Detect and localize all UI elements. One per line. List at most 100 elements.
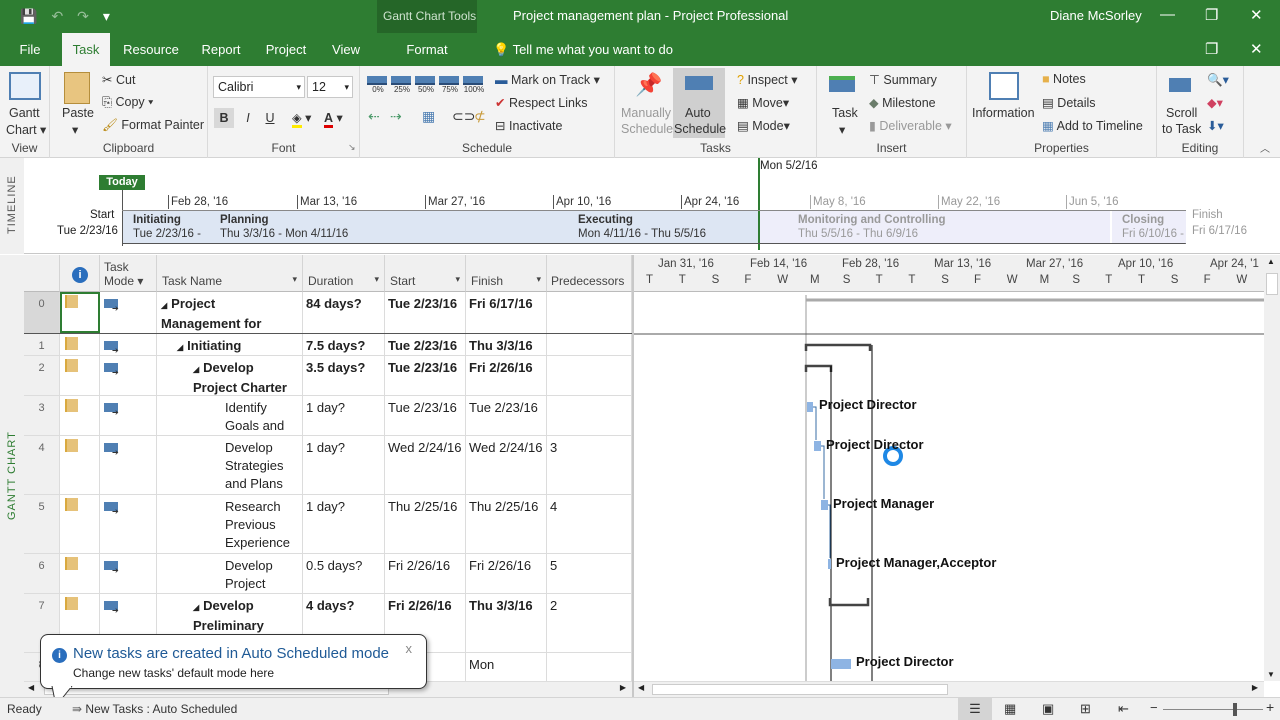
- table-row[interactable]: 0 ◢Project Management for84 days?Tue 2/23…: [24, 292, 632, 334]
- task-name-cell[interactable]: ◢ Project Management for: [157, 292, 303, 333]
- filter-icon[interactable]: ▾: [536, 274, 541, 285]
- duration-cell[interactable]: 84 days?: [303, 292, 385, 333]
- tab-view[interactable]: View: [326, 33, 366, 66]
- task-name-cell[interactable]: Identify Goals and: [157, 396, 303, 435]
- close-icon[interactable]: ✕: [1250, 6, 1263, 24]
- filter-icon[interactable]: ▾: [374, 274, 379, 285]
- percent-complete-1-button[interactable]: 25%: [391, 76, 413, 94]
- callout-subtitle[interactable]: Change new tasks' default mode here: [73, 666, 274, 680]
- font-size-select[interactable]: 12 ▾: [307, 76, 353, 98]
- minimize-icon[interactable]: —: [1160, 6, 1175, 23]
- indicator-cell[interactable]: [60, 436, 100, 494]
- row-id[interactable]: 1: [24, 334, 60, 355]
- zoom-in-icon[interactable]: +: [1266, 699, 1274, 715]
- predecessors-cell[interactable]: 5: [547, 554, 632, 593]
- indicator-cell[interactable]: [60, 292, 100, 333]
- column-header-finish[interactable]: Finish ▾: [466, 255, 547, 292]
- timeline-phase-initiating[interactable]: Initiating Tue 2/23/16 -: [123, 211, 210, 243]
- start-cell[interactable]: Tue 2/23/16: [385, 356, 466, 395]
- copy-button[interactable]: ⎘ Copy ▾: [102, 95, 153, 110]
- add-to-timeline-button[interactable]: ▦ Add to Timeline: [1042, 118, 1143, 133]
- finish-cell[interactable]: Tue 2/23/16: [466, 396, 547, 435]
- paste-dropdown-icon[interactable]: ▾: [72, 122, 78, 137]
- close-doc-icon[interactable]: ✕: [1250, 40, 1263, 58]
- task-name-cell[interactable]: ◢ Initiating: [157, 334, 303, 355]
- scroll-right-icon[interactable]: ▶: [620, 683, 626, 692]
- tab-task[interactable]: Task: [62, 33, 110, 66]
- indicators-header[interactable]: i: [60, 255, 100, 292]
- user-name[interactable]: Diane McSorley: [1050, 8, 1142, 23]
- duration-cell[interactable]: 7.5 days?: [303, 334, 385, 355]
- vertical-scroll-thumb[interactable]: [1266, 273, 1278, 295]
- duration-cell[interactable]: 0.5 days?: [303, 554, 385, 593]
- gantt-view-icon[interactable]: ☰: [958, 698, 992, 720]
- scroll-down-icon[interactable]: ▼: [1267, 670, 1275, 679]
- restore-doc-icon[interactable]: ❐: [1205, 40, 1218, 58]
- collapse-icon[interactable]: ◢: [161, 301, 167, 310]
- row-id[interactable]: 0: [24, 292, 60, 333]
- indicator-cell[interactable]: [60, 554, 100, 593]
- percent-complete-3-button[interactable]: 75%: [439, 76, 461, 94]
- tab-project[interactable]: Project: [260, 33, 312, 66]
- start-cell[interactable]: Thu 2/25/16: [385, 495, 466, 553]
- start-cell[interactable]: Tue 2/23/16: [385, 396, 466, 435]
- zoom-slider-track[interactable]: [1163, 709, 1263, 710]
- finish-cell[interactable]: Fri 2/26/16: [466, 356, 547, 395]
- tab-file[interactable]: File: [10, 33, 50, 66]
- predecessors-cell[interactable]: 4: [547, 495, 632, 553]
- filter-icon[interactable]: ▾: [455, 274, 460, 285]
- underline-button[interactable]: U: [260, 108, 280, 128]
- details-button[interactable]: ▤ Details: [1042, 95, 1096, 110]
- font-family-select[interactable]: Calibri ▾: [213, 76, 305, 98]
- timeline-phase-closing[interactable]: Closing Fri 6/10/16 -: [1112, 211, 1186, 243]
- auto-schedule-button[interactable]: Auto Schedule: [673, 68, 726, 138]
- format-painter-button[interactable]: 🖌 Format Painter: [102, 118, 204, 133]
- predecessors-cell[interactable]: 3: [547, 436, 632, 494]
- select-all-corner[interactable]: [24, 255, 60, 292]
- find-icon[interactable]: 🔍▾: [1207, 72, 1229, 88]
- task-usage-icon[interactable]: ▦: [1004, 701, 1016, 717]
- finish-cell[interactable]: Fri 6/17/16: [466, 292, 547, 333]
- indent-icon[interactable]: ⇢: [390, 108, 402, 125]
- predecessors-cell[interactable]: [547, 396, 632, 435]
- redo-icon[interactable]: ↷: [77, 8, 89, 25]
- vertical-scrollbar[interactable]: ▲ ▼: [1264, 255, 1280, 681]
- start-cell[interactable]: Tue 2/23/16: [385, 292, 466, 333]
- start-cell[interactable]: Fri 2/26/16: [385, 554, 466, 593]
- predecessors-cell[interactable]: 2: [547, 594, 632, 652]
- task-mode-cell[interactable]: [100, 292, 157, 333]
- tab-resource[interactable]: Resource: [120, 33, 182, 66]
- task-mode-cell[interactable]: [100, 436, 157, 494]
- scroll-right-icon[interactable]: ▶: [1252, 683, 1258, 692]
- predecessors-cell[interactable]: [547, 292, 632, 333]
- row-id[interactable]: 3: [24, 396, 60, 435]
- table-row[interactable]: 4Develop Strategies and Plans1 day?Wed 2…: [24, 436, 632, 495]
- collapse-ribbon-icon[interactable]: ︿: [1260, 140, 1270, 155]
- report-icon[interactable]: ⇤: [1118, 701, 1129, 717]
- summary-button[interactable]: ⊤ Summary: [869, 72, 937, 87]
- percent-complete-4-button[interactable]: 100%: [463, 76, 485, 94]
- new-tasks-mode-button[interactable]: ⇛ New Tasks : Auto Scheduled: [72, 702, 237, 716]
- table-row[interactable]: 6Develop Project0.5 days?Fri 2/26/16Fri …: [24, 554, 632, 594]
- outdent-icon[interactable]: ⇠: [368, 108, 380, 125]
- start-cell[interactable]: Tue 2/23/16: [385, 334, 466, 355]
- task-mode-cell[interactable]: [100, 396, 157, 435]
- task-name-cell[interactable]: Develop Project: [157, 554, 303, 593]
- row-id[interactable]: 5: [24, 495, 60, 553]
- task-name-cell[interactable]: Research Previous Experience: [157, 495, 303, 553]
- finish-cell[interactable]: Thu 3/3/16: [466, 334, 547, 355]
- task-mode-cell[interactable]: [100, 554, 157, 593]
- timeline-phase-planning[interactable]: Planning Thu 3/3/16 - Mon 4/11/16: [210, 211, 568, 243]
- column-header-task-name[interactable]: Task Name ▾: [157, 255, 303, 292]
- resource-sheet-icon[interactable]: ⊞: [1080, 701, 1091, 717]
- table-row[interactable]: 1 ◢ Initiating 7.5 days?Tue 2/23/16Thu 3/3/…: [24, 334, 632, 360]
- tab-report[interactable]: Report: [196, 33, 246, 66]
- scroll-left-icon[interactable]: ◀: [28, 683, 34, 692]
- gantt-horizontal-scrollbar[interactable]: ◀ ▶: [634, 681, 1264, 697]
- link-tasks-icon[interactable]: ⊂⊃: [452, 108, 475, 125]
- duration-cell[interactable]: 1 day?: [303, 495, 385, 553]
- finish-cell[interactable]: Wed 2/24/16: [466, 436, 547, 494]
- task-name-cell[interactable]: ◢ Develop Project Charter: [157, 356, 303, 395]
- indicator-cell[interactable]: [60, 396, 100, 435]
- percent-complete-0-button[interactable]: 0%: [367, 76, 389, 94]
